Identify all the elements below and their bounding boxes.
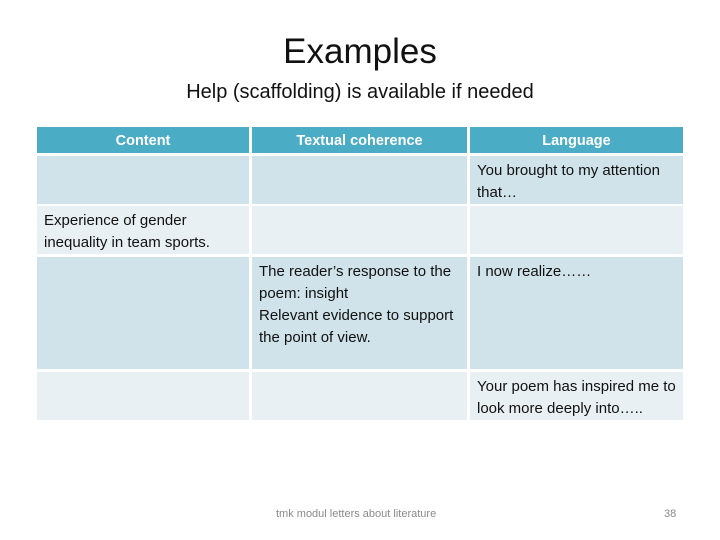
footer-text: tmk modul letters about literature: [276, 508, 437, 520]
table-cell: I now realize……: [470, 257, 683, 369]
header-textual-coherence: Textual coherence: [252, 127, 467, 153]
slide-title: Examples: [283, 32, 437, 71]
table-row: Your poem has inspired me to look more d…: [37, 372, 683, 420]
table-cell: [252, 156, 467, 204]
header-language: Language: [470, 127, 683, 153]
table-cell: [252, 372, 467, 420]
table-row: Experience of gender inequality in team …: [37, 206, 683, 254]
table-cell: [37, 156, 249, 204]
table-cell: You brought to my attention that…: [470, 156, 683, 204]
table-cell: [37, 372, 249, 420]
table-row: You brought to my attention that…: [37, 156, 683, 204]
table-cell: Your poem has inspired me to look more d…: [470, 372, 683, 420]
table-row: The reader’s response to the poem: insig…: [37, 257, 683, 369]
table-cell: [252, 206, 467, 254]
table-cell: The reader’s response to the poem: insig…: [252, 257, 467, 369]
table-cell: [470, 206, 683, 254]
header-content: Content: [37, 127, 249, 153]
table-cell: Experience of gender inequality in team …: [37, 206, 249, 254]
table-cell: [37, 257, 249, 369]
slide-subtitle: Help (scaffolding) is available if neede…: [186, 81, 534, 103]
page-number: 38: [664, 508, 677, 520]
table-header-row: Content Textual coherence Language: [37, 127, 683, 153]
